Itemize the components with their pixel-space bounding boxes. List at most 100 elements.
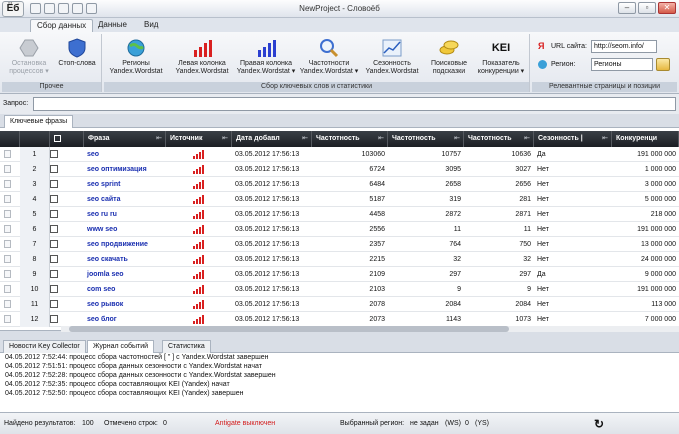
stop-words-button[interactable]: Стоп-слова bbox=[54, 38, 100, 68]
row-doc-icon[interactable] bbox=[0, 282, 20, 297]
row-checkbox[interactable] bbox=[50, 147, 84, 162]
row-checkbox[interactable] bbox=[50, 207, 84, 222]
close-button[interactable]: ✕ bbox=[658, 2, 676, 14]
row-phrase[interactable]: seo блог bbox=[84, 312, 166, 327]
header-doc-column[interactable] bbox=[0, 131, 20, 147]
table-row[interactable]: 11 seo рывок 03.05.2012 17:56:13 2078 2084 20… bbox=[0, 297, 679, 312]
tab-news[interactable]: Новости Key Collector bbox=[3, 340, 86, 353]
row-competition: 9 000 000 bbox=[644, 271, 676, 278]
row-doc-icon[interactable] bbox=[0, 177, 20, 192]
row-doc-icon[interactable] bbox=[0, 222, 20, 237]
row-checkbox[interactable] bbox=[50, 162, 84, 177]
header-frequency-2[interactable]: Частотность ⇤ bbox=[388, 131, 464, 147]
tab-keyword-phrases[interactable]: Ключевые фразы bbox=[4, 115, 74, 128]
site-url-field[interactable]: http://seom.info/ bbox=[591, 40, 657, 53]
minimize-button[interactable]: – bbox=[618, 2, 636, 14]
row-phrase[interactable]: seo продвижение bbox=[84, 237, 166, 252]
scrollbar-thumb[interactable] bbox=[69, 326, 509, 332]
table-row[interactable]: 9 joomla seo 03.05.2012 17:56:13 2109 297 297… bbox=[0, 267, 679, 282]
row-checkbox[interactable] bbox=[50, 282, 84, 297]
query-input[interactable] bbox=[33, 97, 676, 111]
wordstat-regions-button[interactable]: Регионы Yandex.Wordstat bbox=[106, 38, 166, 76]
header-seasonality[interactable]: Сезонность | ⇤ bbox=[534, 131, 612, 147]
row-phrase[interactable]: seo bbox=[84, 147, 166, 162]
tab-event-log[interactable]: Журнал событий bbox=[87, 340, 155, 353]
row-doc-icon[interactable] bbox=[0, 312, 20, 327]
row-doc-icon[interactable] bbox=[0, 237, 20, 252]
header-competition[interactable]: Конкуренци bbox=[612, 131, 679, 147]
row-checkbox[interactable] bbox=[50, 312, 84, 327]
seasonality-wordstat-button[interactable]: Сезонность Yandex.Wordstat bbox=[362, 38, 422, 76]
row-checkbox[interactable] bbox=[50, 177, 84, 192]
checkbox[interactable] bbox=[50, 255, 58, 263]
antigate-status[interactable]: Antigate выключен bbox=[215, 420, 275, 427]
row-doc-icon[interactable] bbox=[0, 207, 20, 222]
row-phrase[interactable]: joomla seo bbox=[84, 267, 166, 282]
tab-data-collection[interactable]: Сбор данных bbox=[30, 19, 94, 32]
row-doc-icon[interactable] bbox=[0, 267, 20, 282]
row-checkbox[interactable] bbox=[50, 267, 84, 282]
row-doc-icon[interactable] bbox=[0, 162, 20, 177]
header-checkbox-column[interactable] bbox=[50, 131, 84, 147]
right-column-wordstat-button[interactable]: Правая колонка Yandex.Wordstat ▾ bbox=[234, 38, 298, 76]
table-row[interactable]: 6 www seo 03.05.2012 17:56:13 2556 11 11 Нет 19… bbox=[0, 222, 679, 237]
table-row[interactable]: 4 seo сайта 03.05.2012 17:56:13 5187 319 281 Н… bbox=[0, 192, 679, 207]
checkbox[interactable] bbox=[50, 240, 58, 248]
row-checkbox[interactable] bbox=[50, 237, 84, 252]
table-row[interactable]: 8 seo скачать 03.05.2012 17:56:13 2215 32 32 Н… bbox=[0, 252, 679, 267]
checkbox[interactable] bbox=[50, 285, 58, 293]
header-date-added[interactable]: Дата добавл ⇤ bbox=[232, 131, 312, 147]
checkbox[interactable] bbox=[50, 195, 58, 203]
header-frequency-1[interactable]: Частотность ⇤ bbox=[312, 131, 388, 147]
row-doc-icon[interactable] bbox=[0, 252, 20, 267]
header-source[interactable]: Источник ⇤ bbox=[166, 131, 232, 147]
table-row[interactable]: 10 com seo 03.05.2012 17:56:13 2103 9 9 Нет 191… bbox=[0, 282, 679, 297]
checkbox[interactable] bbox=[50, 225, 58, 233]
row-phrase[interactable]: com seo bbox=[84, 282, 166, 297]
row-checkbox[interactable] bbox=[50, 222, 84, 237]
checkbox[interactable] bbox=[50, 180, 58, 188]
header-rownum-column[interactable] bbox=[20, 131, 50, 147]
checkbox[interactable] bbox=[50, 210, 58, 218]
header-phrase[interactable]: Фраза ⇤ bbox=[84, 131, 166, 147]
tab-statistics[interactable]: Статистика bbox=[162, 340, 211, 353]
row-doc-icon[interactable] bbox=[0, 192, 20, 207]
stop-processes-button[interactable]: Остановка процессов ▾ bbox=[4, 38, 54, 76]
row-phrase[interactable]: seo сайта bbox=[84, 192, 166, 207]
region-select[interactable]: Регионы bbox=[591, 58, 653, 71]
row-checkbox[interactable] bbox=[50, 297, 84, 312]
row-phrase[interactable]: seo скачать bbox=[84, 252, 166, 267]
horizontal-scrollbar[interactable] bbox=[61, 326, 679, 332]
log-line: 04.05.2012 7:52:28: процесс сбора данных… bbox=[5, 372, 276, 379]
table-row[interactable]: 5 seo ru ru 03.05.2012 17:56:13 4458 2872 287… bbox=[0, 207, 679, 222]
left-column-wordstat-button[interactable]: Левая колонка Yandex.Wordstat bbox=[170, 38, 234, 76]
table-row[interactable]: 3 seo sprint 03.05.2012 17:56:13 6484 2658 26… bbox=[0, 177, 679, 192]
checkbox[interactable] bbox=[50, 150, 58, 158]
table-row[interactable]: 12 seo блог 03.05.2012 17:56:13 2073 1143 107… bbox=[0, 312, 679, 327]
row-checkbox[interactable] bbox=[50, 252, 84, 267]
row-phrase[interactable]: seo оптимизация bbox=[84, 162, 166, 177]
checkbox[interactable] bbox=[50, 165, 58, 173]
row-phrase[interactable]: seo рывок bbox=[84, 297, 166, 312]
region-apply-button[interactable] bbox=[656, 58, 670, 71]
header-frequency-3[interactable]: Частотность ⇤ bbox=[464, 131, 534, 147]
refresh-icon[interactable]: ↻ bbox=[594, 417, 604, 431]
checkbox[interactable] bbox=[50, 315, 58, 323]
row-phrase[interactable]: www seo bbox=[84, 222, 166, 237]
checkbox[interactable] bbox=[50, 300, 58, 308]
table-row[interactable]: 1 seo 03.05.2012 17:56:13 103060 10757 10636 Д… bbox=[0, 147, 679, 162]
checkbox[interactable] bbox=[50, 270, 58, 278]
tab-data[interactable]: Данные bbox=[92, 19, 133, 32]
tab-view[interactable]: Вид bbox=[138, 19, 164, 32]
search-suggestions-button[interactable]: Поисковые подсказки bbox=[424, 38, 474, 76]
maximize-button[interactable]: ▫ bbox=[638, 2, 656, 14]
table-row[interactable]: 2 seo оптимизация 03.05.2012 17:56:13 6724 3… bbox=[0, 162, 679, 177]
row-doc-icon[interactable] bbox=[0, 297, 20, 312]
row-phrase[interactable]: seo ru ru bbox=[84, 207, 166, 222]
table-row[interactable]: 7 seo продвижение 03.05.2012 17:56:13 2357 7… bbox=[0, 237, 679, 252]
row-phrase[interactable]: seo sprint bbox=[84, 177, 166, 192]
row-doc-icon[interactable] bbox=[0, 147, 20, 162]
row-checkbox[interactable] bbox=[50, 192, 84, 207]
competition-kei-button[interactable]: KEI Показатель конкуренции ▾ bbox=[472, 38, 530, 76]
frequencies-wordstat-button[interactable]: Частотности Yandex.Wordstat ▾ bbox=[298, 38, 360, 76]
